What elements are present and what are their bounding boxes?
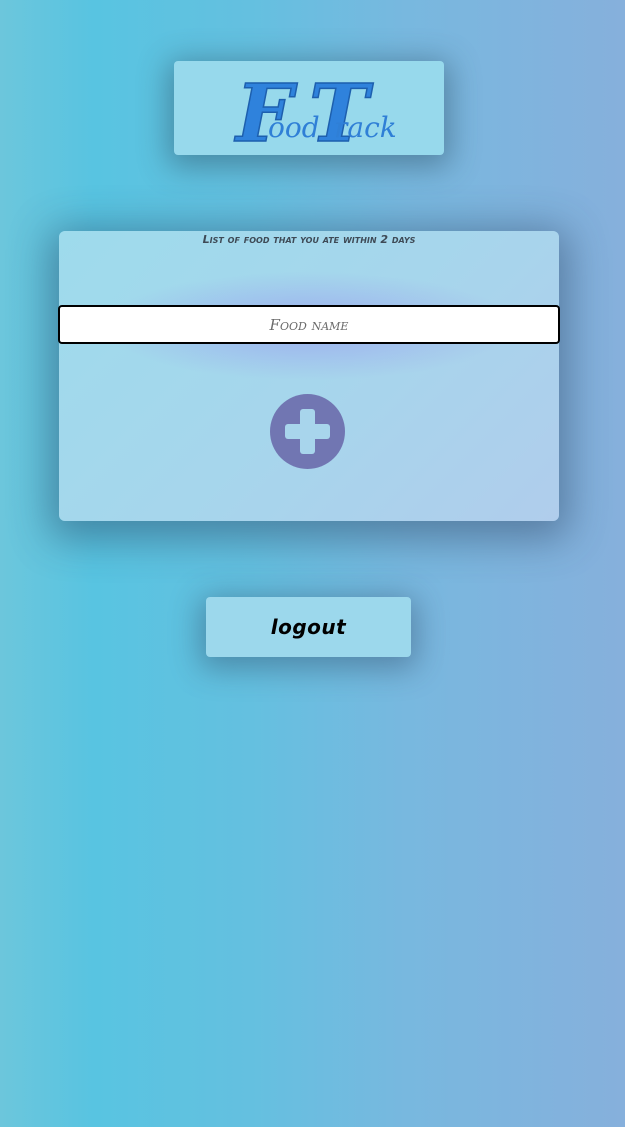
app-logo: F ood T rack — [174, 61, 444, 155]
logout-button[interactable]: logout — [206, 597, 411, 657]
food-name-input[interactable] — [58, 305, 560, 344]
logout-label: logout — [270, 615, 347, 639]
logo-text-rack: rack — [334, 111, 397, 144]
food-list-title: List of food that you ate within 2 days — [202, 233, 416, 246]
add-food-button[interactable] — [270, 394, 345, 469]
food-list-card: List of food that you ate within 2 days — [58, 231, 560, 521]
plus-icon-vertical — [300, 409, 315, 454]
logo-wordmark: F ood T rack — [233, 65, 397, 155]
